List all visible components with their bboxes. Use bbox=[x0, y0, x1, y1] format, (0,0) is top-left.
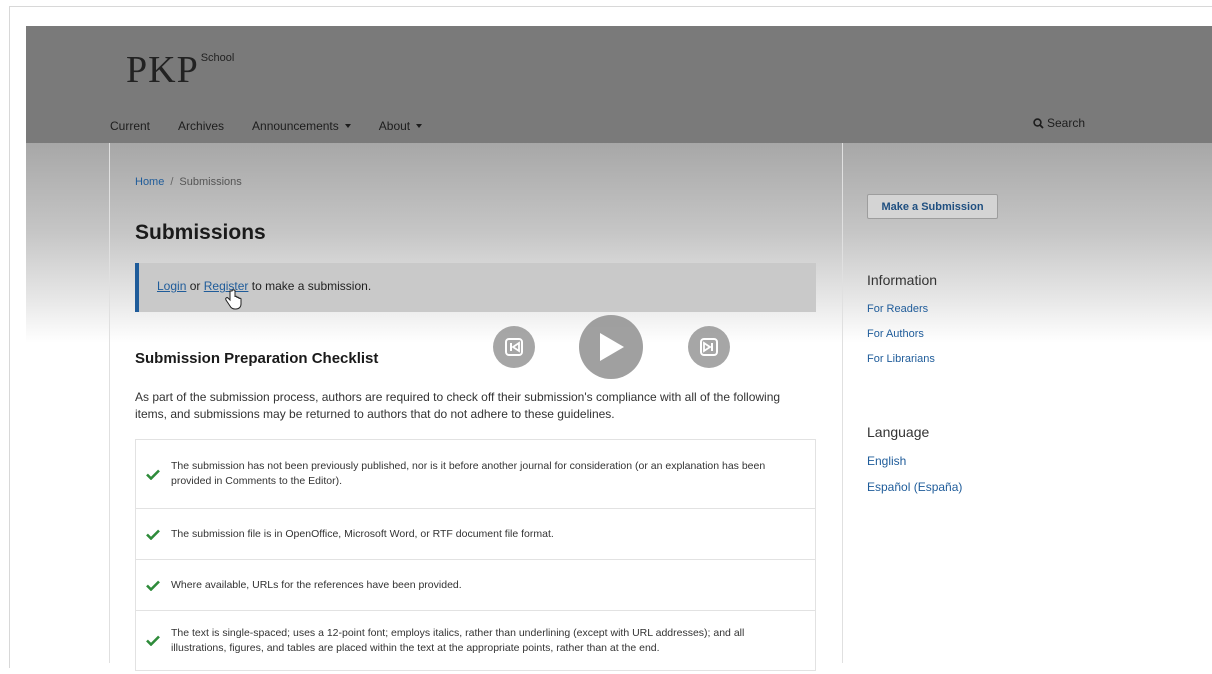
notice-or: or bbox=[189, 279, 201, 293]
checklist-item-text: The submission has not been previously p… bbox=[171, 460, 766, 487]
breadcrumb-home[interactable]: Home bbox=[135, 176, 164, 188]
login-link[interactable]: Login bbox=[157, 279, 186, 293]
play-icon bbox=[600, 333, 624, 361]
list-item: The submission file is in OpenOffice, Mi… bbox=[136, 509, 815, 560]
checklist-item-text: The text is single-spaced; uses a 12-poi… bbox=[171, 626, 745, 654]
previous-icon bbox=[505, 338, 523, 356]
nav-archives[interactable]: Archives bbox=[178, 119, 224, 133]
checklist: The submission has not been previously p… bbox=[135, 439, 816, 671]
list-item: The text is single-spaced; uses a 12-poi… bbox=[136, 611, 815, 671]
caret-down-icon bbox=[344, 124, 351, 128]
site-header: PKP School Current Archives Announcement… bbox=[26, 26, 1212, 143]
video-previous-button[interactable] bbox=[493, 326, 535, 368]
check-icon bbox=[146, 469, 164, 480]
video-next-button[interactable] bbox=[688, 326, 730, 368]
checklist-item-text: The submission file is in OpenOffice, Mi… bbox=[171, 527, 554, 540]
link-for-authors[interactable]: For Authors bbox=[867, 328, 924, 340]
list-item: Where available, URLs for the references… bbox=[136, 560, 815, 611]
video-play-button[interactable] bbox=[579, 315, 643, 379]
link-for-librarians[interactable]: For Librarians bbox=[867, 353, 935, 365]
language-english[interactable]: English bbox=[867, 454, 906, 468]
breadcrumb: Home / Submissions bbox=[135, 176, 242, 188]
content-border-divider bbox=[842, 143, 843, 663]
nav-current[interactable]: Current bbox=[110, 119, 150, 133]
breadcrumb-separator: / bbox=[170, 176, 174, 188]
page-title: Submissions bbox=[135, 221, 266, 244]
frame-top-border bbox=[9, 6, 1212, 7]
frame-left-border bbox=[9, 6, 10, 668]
checklist-intro: As part of the submission process, autho… bbox=[135, 390, 781, 421]
check-icon bbox=[146, 529, 164, 540]
make-submission-button[interactable]: Make a Submission bbox=[867, 194, 998, 219]
list-item: The submission has not been previously p… bbox=[136, 440, 815, 509]
link-for-readers[interactable]: For Readers bbox=[867, 303, 928, 315]
checklist-title: Submission Preparation Checklist bbox=[135, 350, 379, 367]
logo-text: PKP bbox=[126, 49, 199, 91]
check-icon bbox=[146, 580, 164, 591]
language-heading: Language bbox=[867, 424, 930, 440]
information-heading: Information bbox=[867, 272, 938, 288]
search-icon bbox=[1033, 117, 1044, 129]
language-espanol[interactable]: Español (España) bbox=[867, 480, 962, 494]
content-border-left bbox=[109, 143, 110, 663]
checklist-item-text: Where available, URLs for the references… bbox=[171, 578, 462, 591]
nav-about[interactable]: About bbox=[379, 119, 423, 133]
site-logo[interactable]: PKP School bbox=[126, 50, 234, 90]
next-icon bbox=[700, 338, 718, 356]
hand-cursor-icon bbox=[225, 289, 242, 310]
search-link[interactable]: Search bbox=[1033, 116, 1085, 130]
nav-announcements[interactable]: Announcements bbox=[252, 119, 351, 133]
notice-rest: to make a submission. bbox=[251, 279, 372, 293]
search-label: Search bbox=[1047, 116, 1086, 130]
primary-nav: Current Archives Announcements About bbox=[26, 116, 450, 136]
caret-down-icon bbox=[416, 124, 423, 128]
breadcrumb-current: Submissions bbox=[179, 176, 242, 188]
logo-superscript: School bbox=[200, 52, 235, 64]
check-icon bbox=[146, 635, 164, 646]
